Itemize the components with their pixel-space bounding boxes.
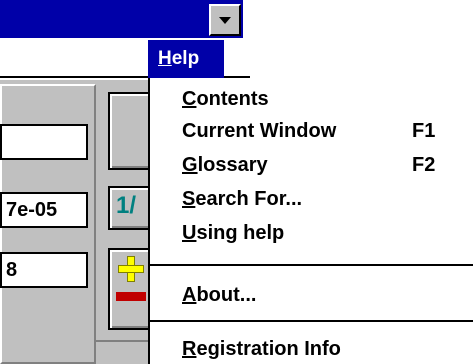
menu-help-mnemonic: H bbox=[158, 48, 172, 69]
accelerator-f2: F2 bbox=[412, 154, 436, 176]
menu-help-label: elp bbox=[171, 48, 200, 69]
dropdown-button[interactable] bbox=[209, 4, 241, 36]
menu-item-glossary[interactable]: Glossary bbox=[182, 150, 268, 180]
value-field-3[interactable]: 8 bbox=[0, 252, 88, 288]
plus-icon bbox=[118, 256, 144, 282]
value-field-1[interactable] bbox=[0, 124, 88, 160]
accelerator-f1: F1 bbox=[412, 120, 436, 142]
blank-button[interactable] bbox=[108, 92, 152, 170]
fraction-button-label: 1/ bbox=[116, 192, 137, 219]
minus-icon bbox=[116, 292, 146, 301]
panel-divider bbox=[96, 340, 150, 342]
value-field-2[interactable]: 7e-05 bbox=[0, 192, 88, 228]
help-menu-dropdown: Contents Current Window F1 Glossary F2 S… bbox=[148, 78, 473, 364]
menu-help[interactable]: Help bbox=[148, 40, 224, 78]
down-arrow-icon bbox=[219, 16, 231, 24]
menu-item-current-window[interactable]: Current Window bbox=[182, 116, 336, 146]
title-bar bbox=[0, 0, 243, 38]
menu-item-using-help[interactable]: Using help bbox=[182, 218, 284, 248]
menu-item-contents[interactable]: Contents bbox=[182, 84, 269, 114]
calculator-panel: 7e-05 8 1/ bbox=[0, 80, 152, 364]
menu-item-search-for[interactable]: Search For... bbox=[182, 184, 302, 214]
fraction-button[interactable]: 1/ bbox=[108, 186, 152, 230]
menu-item-registration-info[interactable]: Registration Info bbox=[182, 334, 341, 364]
plus-minus-button[interactable] bbox=[108, 248, 152, 330]
menu-separator bbox=[150, 264, 473, 266]
menu-separator bbox=[150, 320, 473, 322]
menu-item-about[interactable]: About... bbox=[182, 280, 256, 310]
